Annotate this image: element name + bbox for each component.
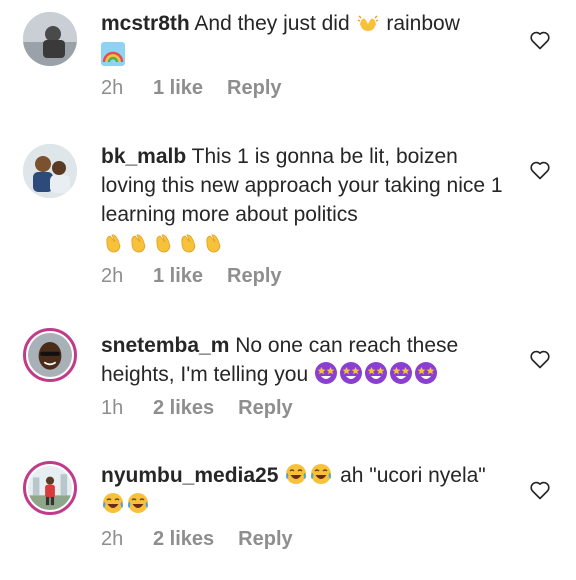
avatar-with-story-ring[interactable] bbox=[23, 328, 77, 382]
avatar-with-story-ring[interactable] bbox=[23, 461, 77, 515]
comment-likes[interactable]: 2 likes bbox=[153, 528, 214, 551]
raising-hands-emoji bbox=[356, 10, 380, 34]
reply-button[interactable]: Reply bbox=[227, 265, 281, 288]
clapping-hands-emoji bbox=[126, 230, 150, 254]
star-struck-emoji bbox=[364, 361, 388, 385]
comment-meta: 2h 1 like Reply bbox=[101, 265, 282, 288]
star-struck-emoji bbox=[339, 361, 363, 385]
like-heart-icon[interactable] bbox=[528, 28, 552, 52]
comment-username[interactable]: bk_malb bbox=[101, 145, 186, 168]
tears-of-joy-emoji bbox=[101, 491, 125, 515]
clapping-hands-emoji bbox=[201, 230, 225, 254]
tears-of-joy-emoji bbox=[284, 462, 308, 486]
comment-body: nyumbu_media25 ah "ucori nyela" bbox=[101, 461, 511, 519]
comment-meta: 2h 2 likes Reply bbox=[101, 528, 293, 551]
clapping-hands-emoji bbox=[151, 230, 175, 254]
avatar-photo bbox=[28, 333, 72, 377]
comment-text-after: rainbow bbox=[386, 12, 460, 35]
reply-button[interactable]: Reply bbox=[238, 528, 292, 551]
comment-likes[interactable]: 1 like bbox=[153, 77, 203, 100]
like-heart-icon[interactable] bbox=[528, 158, 552, 182]
tears-of-joy-emoji bbox=[309, 462, 333, 486]
comment-username[interactable]: snetemba_m bbox=[101, 334, 229, 357]
emoji-row bbox=[101, 232, 226, 255]
avatar[interactable] bbox=[23, 144, 77, 198]
clapping-hands-emoji bbox=[101, 230, 125, 254]
comment-body: snetemba_m No one can reach these height… bbox=[101, 331, 511, 389]
tears-of-joy-emoji bbox=[126, 491, 150, 515]
comment-username[interactable]: mcstr8th bbox=[101, 12, 190, 35]
avatar-photo bbox=[28, 466, 72, 510]
comment-text: And they just did bbox=[194, 12, 350, 35]
avatar-photo bbox=[23, 144, 77, 198]
comment-body: bk_malb This 1 is gonna be lit, boizen l… bbox=[101, 142, 511, 258]
reply-button[interactable]: Reply bbox=[227, 77, 281, 100]
star-struck-emoji bbox=[389, 361, 413, 385]
comment-username[interactable]: nyumbu_media25 bbox=[101, 464, 278, 487]
comment-time: 2h bbox=[101, 265, 124, 287]
like-heart-icon[interactable] bbox=[528, 478, 552, 502]
clapping-hands-emoji bbox=[176, 230, 200, 254]
comment-likes[interactable]: 2 likes bbox=[153, 397, 214, 420]
emoji-row bbox=[284, 464, 340, 487]
star-struck-emoji bbox=[314, 361, 338, 385]
avatar[interactable] bbox=[23, 12, 77, 66]
comment-time: 2h bbox=[101, 77, 124, 99]
comment-text: ah "ucori nyela" bbox=[340, 464, 486, 487]
avatar-photo bbox=[23, 12, 77, 66]
emoji-row bbox=[101, 493, 151, 516]
like-heart-icon[interactable] bbox=[528, 347, 552, 371]
comment-meta: 1h 2 likes Reply bbox=[101, 397, 293, 420]
comment-time: 1h bbox=[101, 397, 124, 419]
comment-likes[interactable]: 1 like bbox=[153, 265, 203, 288]
star-struck-emoji bbox=[414, 361, 438, 385]
comment-meta: 2h 1 like Reply bbox=[101, 77, 282, 100]
reply-button[interactable]: Reply bbox=[238, 397, 292, 420]
rainbow-emoji bbox=[101, 42, 125, 66]
comment-body: mcstr8th And they just did rainbow bbox=[101, 9, 511, 70]
comment-time: 2h bbox=[101, 528, 124, 550]
emoji-row bbox=[314, 361, 439, 386]
